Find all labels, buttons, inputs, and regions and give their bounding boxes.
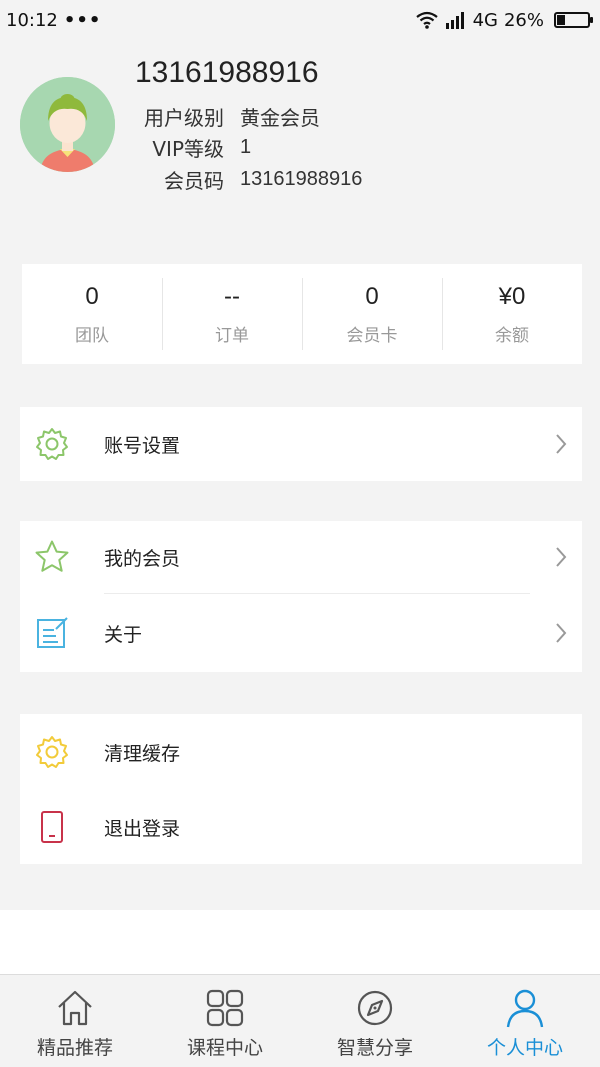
stat-value: -- xyxy=(224,282,240,310)
info-label: 用户级别 xyxy=(144,105,224,130)
person-icon xyxy=(506,989,544,1028)
status-dots: ••• xyxy=(63,9,102,31)
menu-label: 退出登录 xyxy=(104,817,181,840)
menu-item-about[interactable]: 关于 xyxy=(20,594,582,672)
gear-icon xyxy=(34,734,70,770)
edit-note-icon xyxy=(34,615,70,651)
menu-label: 我的会员 xyxy=(104,547,181,570)
network-type: 4G xyxy=(472,9,498,31)
info-label: 会员码 xyxy=(164,168,224,193)
menu-label: 清理缓存 xyxy=(104,742,181,765)
tab-courses[interactable]: 课程中心 xyxy=(150,975,300,1067)
chevron-right-icon xyxy=(556,623,567,643)
menu-item-my-members[interactable]: 我的会员 xyxy=(20,521,582,593)
compass-icon xyxy=(357,990,393,1026)
stat-value: 0 xyxy=(365,282,379,310)
tab-sharing[interactable]: 智慧分享 xyxy=(300,975,450,1067)
info-value: 1 xyxy=(240,135,252,158)
home-icon xyxy=(58,990,92,1026)
stat-value: 0 xyxy=(85,282,99,310)
signal-icon xyxy=(445,12,464,29)
stats-card: 0 团队 -- 订单 0 会员卡 ¥0 余额 xyxy=(22,264,582,364)
info-row-level: 用户级别 黄金会员 xyxy=(0,101,320,131)
wifi-icon xyxy=(415,11,438,29)
info-value: 13161988916 xyxy=(240,167,363,190)
stat-label: 团队 xyxy=(75,325,109,346)
tab-label: 精品推荐 xyxy=(36,1037,113,1059)
chevron-right-icon xyxy=(556,434,567,454)
stat-orders[interactable]: -- 订单 xyxy=(162,278,302,350)
menu-item-clear-cache[interactable]: 清理缓存 xyxy=(20,714,582,790)
tab-label: 课程中心 xyxy=(186,1037,263,1059)
stat-label: 订单 xyxy=(215,325,249,346)
profile-name: 13161988916 xyxy=(135,56,319,89)
profile-header: 13161988916 用户级别 黄金会员 VIP等级 1 会员码 131619… xyxy=(0,40,600,240)
info-row-vip: VIP等级 1 xyxy=(0,132,251,162)
stat-member-cards[interactable]: 0 会员卡 xyxy=(302,278,442,350)
menu-item-account-settings[interactable]: 账号设置 xyxy=(20,407,582,481)
phone-icon xyxy=(34,809,70,845)
menu-card-members: 我的会员 关于 xyxy=(20,521,582,672)
gear-icon xyxy=(34,426,70,462)
info-row-member-code: 会员码 13161988916 xyxy=(0,164,362,194)
tab-label: 个人中心 xyxy=(486,1037,563,1059)
status-bar: 10:12 ••• 4G 26% xyxy=(0,0,600,40)
menu-label: 关于 xyxy=(104,623,143,646)
stat-label: 余额 xyxy=(495,325,529,346)
menu-label: 账号设置 xyxy=(104,434,181,457)
star-icon xyxy=(34,539,70,575)
tab-featured[interactable]: 精品推荐 xyxy=(0,975,150,1067)
content-bottom-area xyxy=(0,910,600,974)
bottom-tab-bar: 精品推荐 课程中心 智慧分享 个人中心 xyxy=(0,974,600,1067)
grid-icon xyxy=(206,989,244,1027)
battery-icon xyxy=(554,12,593,28)
tab-personal-center[interactable]: 个人中心 xyxy=(450,975,600,1067)
stat-value: ¥0 xyxy=(498,282,526,310)
stat-balance[interactable]: ¥0 余额 xyxy=(442,278,582,350)
tab-label: 智慧分享 xyxy=(336,1037,413,1059)
status-time: 10:12 xyxy=(6,9,58,31)
info-value: 黄金会员 xyxy=(240,107,320,130)
chevron-right-icon xyxy=(556,547,567,567)
battery-percent: 26% xyxy=(503,9,544,31)
stat-team[interactable]: 0 团队 xyxy=(22,278,162,350)
stat-label: 会员卡 xyxy=(346,325,398,346)
menu-item-logout[interactable]: 退出登录 xyxy=(20,790,582,864)
info-label: VIP等级 xyxy=(152,136,224,161)
menu-card-system: 清理缓存 退出登录 xyxy=(20,714,582,864)
menu-card-settings: 账号设置 xyxy=(20,407,582,481)
